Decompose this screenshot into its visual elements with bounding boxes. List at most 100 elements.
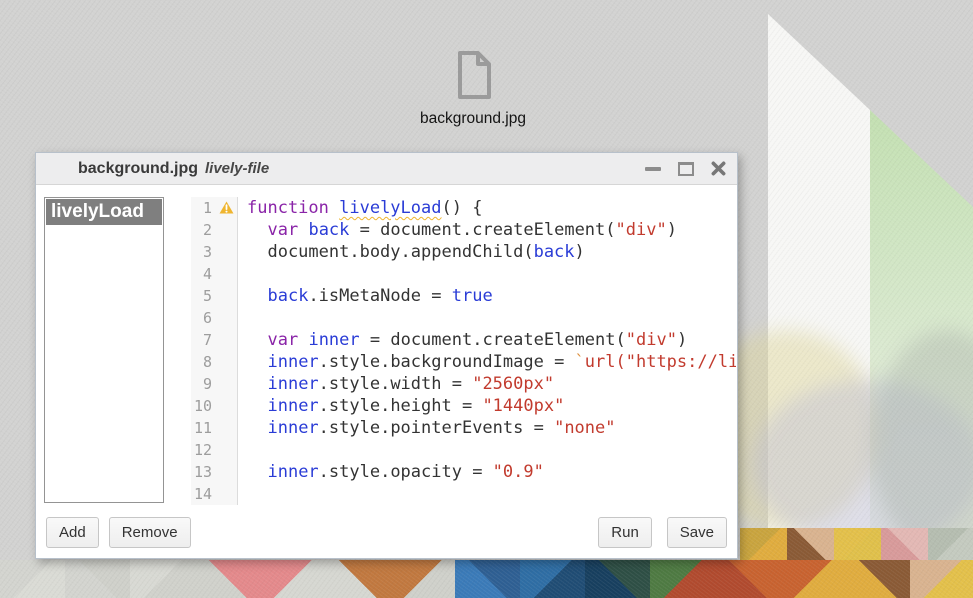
code-token-keyword: var xyxy=(267,220,298,240)
strip-segment xyxy=(834,528,881,562)
file-editor-window: background.jpg lively-file livelyLoad 12… xyxy=(35,152,738,559)
function-list-sidebar: livelyLoad xyxy=(44,197,164,503)
minimize-button[interactable] xyxy=(645,167,661,171)
strip-segment xyxy=(130,560,195,598)
save-button[interactable]: Save xyxy=(667,517,727,548)
strip-segment xyxy=(455,560,520,598)
code-line-5: back.isMetaNode = true xyxy=(247,285,736,307)
code-token-string: "div" xyxy=(616,220,667,240)
code-line-14 xyxy=(247,483,736,505)
code-token-string: "2560px" xyxy=(472,374,554,394)
code-token-plain xyxy=(247,396,267,416)
strip-segment xyxy=(585,560,650,598)
code-token-plain: .style.height = xyxy=(319,396,483,416)
gutter-line-1: 1 xyxy=(191,197,237,219)
code-token-string: url("https://liv xyxy=(585,352,736,372)
strip-segment xyxy=(390,560,455,598)
code-token-name: back xyxy=(308,220,349,240)
code-token-name: true xyxy=(452,286,493,306)
code-token-template: ` xyxy=(575,352,585,372)
code-token-name: inner xyxy=(308,330,359,350)
background-bottom-strip xyxy=(0,560,973,598)
strip-segment xyxy=(520,560,585,598)
strip-segment xyxy=(910,560,973,598)
close-icon xyxy=(711,161,726,176)
strip-segment xyxy=(787,528,834,562)
code-line-9: inner.style.width = "2560px" xyxy=(247,373,736,395)
code-token-plain: ) xyxy=(667,220,677,240)
hamburger-menu-icon[interactable] xyxy=(47,162,64,176)
background-right-strip xyxy=(740,528,973,562)
footer-left-buttons: Add Remove xyxy=(46,517,191,548)
gutter-line-10: 10 xyxy=(191,395,237,417)
sidebar-item-livelyload[interactable]: livelyLoad xyxy=(46,199,162,225)
code-token-plain: () { xyxy=(441,198,482,218)
code-line-6 xyxy=(247,307,736,329)
gutter-line-12: 12 xyxy=(191,439,237,461)
strip-segment xyxy=(928,528,973,562)
code-token-plain: = document.createElement( xyxy=(360,330,626,350)
code-line-11: inner.style.pointerEvents = "none" xyxy=(247,417,736,439)
window-controls xyxy=(645,161,726,176)
code-line-10: inner.style.height = "1440px" xyxy=(247,395,736,417)
code-token-keyword: var xyxy=(267,330,298,350)
strip-segment xyxy=(65,560,130,598)
remove-button[interactable]: Remove xyxy=(109,517,191,548)
code-token-plain: .style.width = xyxy=(319,374,473,394)
footer-right-buttons: Run Save xyxy=(598,517,727,548)
run-button[interactable]: Run xyxy=(598,517,652,548)
code-token-plain xyxy=(247,330,267,350)
code-token-plain xyxy=(298,220,308,240)
code-line-4 xyxy=(247,263,736,285)
file-shortcut-background-jpg[interactable]: background.jpg xyxy=(383,50,563,128)
gutter-line-9: 9 xyxy=(191,373,237,395)
code-token-plain xyxy=(298,330,308,350)
code-editor[interactable]: 1234567891011121314 function livelyLoad(… xyxy=(191,197,736,505)
window-footer: Add Remove Run Save xyxy=(46,517,727,548)
gutter-line-8: 8 xyxy=(191,351,237,373)
code-token-keyword: function xyxy=(247,198,339,218)
gutter-line-6: 6 xyxy=(191,307,237,329)
code-token-plain xyxy=(247,462,267,482)
gutter-line-11: 11 xyxy=(191,417,237,439)
strip-segment xyxy=(260,560,325,598)
code-token-plain: ) xyxy=(677,330,687,350)
gutter-line-5: 5 xyxy=(191,285,237,307)
code-token-plain: ) xyxy=(575,242,585,262)
code-token-plain xyxy=(247,220,267,240)
file-document-icon xyxy=(453,50,493,100)
code-token-name: inner xyxy=(267,396,318,416)
code-token-plain xyxy=(247,352,267,372)
maximize-icon xyxy=(678,162,694,176)
editor-gutter: 1234567891011121314 xyxy=(191,197,238,505)
code-line-13: inner.style.opacity = "0.9" xyxy=(247,461,736,483)
code-token-string: "0.9" xyxy=(493,462,544,482)
code-line-3: document.body.appendChild(back) xyxy=(247,241,736,263)
editor-code-area: function livelyLoad() { var back = docum… xyxy=(238,197,736,505)
gutter-line-14: 14 xyxy=(191,483,237,505)
window-titlebar: background.jpg lively-file xyxy=(36,153,737,185)
close-button[interactable] xyxy=(711,161,726,176)
code-token-string: "none" xyxy=(554,418,615,438)
strip-segment xyxy=(780,560,845,598)
code-token-name: inner xyxy=(267,462,318,482)
strip-segment xyxy=(0,560,65,598)
maximize-button[interactable] xyxy=(678,162,694,176)
code-token-name: inner xyxy=(267,418,318,438)
code-token-plain: .style.pointerEvents = xyxy=(319,418,554,438)
code-token-plain: .style.opacity = xyxy=(319,462,493,482)
minimize-icon xyxy=(645,167,661,171)
strip-segment xyxy=(740,528,787,562)
add-button[interactable]: Add xyxy=(46,517,99,548)
code-line-7: var inner = document.createElement("div"… xyxy=(247,329,736,351)
desktop: background.jpg background.jpg lively-fil… xyxy=(0,0,973,598)
gutter-line-13: 13 xyxy=(191,461,237,483)
strip-segment xyxy=(881,528,928,562)
code-token-name: livelyLoad xyxy=(339,198,441,218)
code-line-8: inner.style.backgroundImage = `url("http… xyxy=(247,351,736,373)
code-line-12 xyxy=(247,439,736,461)
strip-segment xyxy=(195,560,260,598)
strip-segment xyxy=(325,560,390,598)
code-token-plain xyxy=(247,374,267,394)
window-body: livelyLoad 1234567891011121314 function … xyxy=(36,185,737,557)
